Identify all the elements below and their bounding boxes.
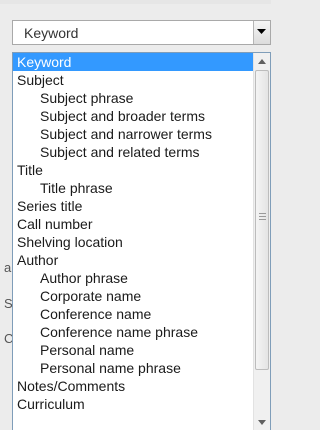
dropdown-scrollbar[interactable]	[253, 53, 270, 430]
option-item[interactable]: Subject	[13, 71, 254, 89]
option-item[interactable]: Keyword	[13, 53, 254, 71]
option-item[interactable]: Call number	[13, 215, 254, 233]
option-list: Keyword Subject Subject phrase Subject and …	[13, 53, 254, 413]
search-type-selected-value: Keyword	[24, 25, 79, 41]
scroll-down-button[interactable]	[254, 414, 270, 430]
option-item[interactable]: Author	[13, 251, 254, 269]
scroll-thumb[interactable]	[255, 70, 269, 370]
option-item[interactable]: Subject and broader terms	[13, 107, 254, 125]
option-item[interactable]: Conference name phrase	[13, 323, 254, 341]
option-item[interactable]: Corporate name	[13, 287, 254, 305]
scroll-grip-line	[259, 213, 266, 214]
search-page: a S C Keyword Keyword Subject Subject phra…	[0, 0, 271, 430]
search-type-select[interactable]: Keyword	[12, 20, 271, 45]
option-item[interactable]: Subject and related terms	[13, 143, 254, 161]
option-item[interactable]: Personal name	[13, 341, 254, 359]
option-item[interactable]: Curriculum	[13, 395, 254, 413]
search-type-dropdown-list[interactable]: Keyword Subject Subject phrase Subject and …	[12, 52, 271, 430]
option-item[interactable]: Conference name	[13, 305, 254, 323]
scroll-grip-line	[259, 216, 266, 217]
scroll-up-arrow-icon	[258, 59, 266, 64]
option-item[interactable]: Title	[13, 161, 254, 179]
background-text-fragment: a	[4, 260, 12, 275]
scroll-grip-line	[259, 219, 266, 220]
option-item[interactable]: Author phrase	[13, 269, 254, 287]
scroll-down-arrow-icon	[258, 420, 266, 425]
select-dropdown-button[interactable]	[253, 21, 270, 44]
option-item[interactable]: Notes/Comments	[13, 377, 254, 395]
scroll-up-button[interactable]	[254, 53, 270, 70]
option-item[interactable]: Series title	[13, 197, 254, 215]
option-item[interactable]: Personal name phrase	[13, 359, 254, 377]
option-item[interactable]: Subject and narrower terms	[13, 125, 254, 143]
top-strip	[0, 0, 271, 4]
option-item[interactable]: Title phrase	[13, 179, 254, 197]
option-item[interactable]: Shelving location	[13, 233, 254, 251]
option-item[interactable]: Subject phrase	[13, 89, 254, 107]
chevron-down-icon	[257, 29, 266, 34]
